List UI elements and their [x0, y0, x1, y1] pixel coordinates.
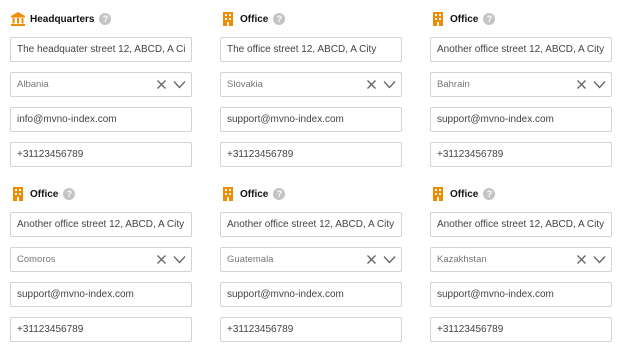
country-select[interactable]: Bahrain [430, 72, 612, 97]
email-input[interactable] [221, 108, 401, 131]
office-card: Office ? Slovakia [220, 8, 402, 177]
country-select[interactable]: Kazakhstan [430, 247, 612, 272]
street-field [220, 37, 402, 62]
street-input[interactable] [221, 213, 401, 236]
country-select[interactable]: Guatemala [220, 247, 402, 272]
card-title: Office [240, 13, 269, 25]
office-building-icon [223, 187, 233, 201]
country-select-value: Kazakhstan [437, 254, 487, 265]
card-header: Office ? [220, 8, 402, 30]
office-building-icon [433, 12, 443, 26]
street-input[interactable] [431, 38, 611, 61]
street-input[interactable] [11, 38, 191, 61]
card-title: Office [450, 188, 479, 200]
phone-field [220, 317, 402, 342]
phone-input[interactable] [11, 143, 191, 166]
clear-icon[interactable] [576, 79, 587, 90]
help-icon[interactable]: ? [63, 188, 76, 200]
country-select-value: Bahrain [437, 79, 470, 90]
office-building-icon [223, 12, 233, 26]
office-building-icon [13, 187, 23, 201]
help-icon[interactable]: ? [273, 188, 286, 200]
clear-icon[interactable] [576, 254, 587, 265]
street-input[interactable] [221, 38, 401, 61]
bank-icon [11, 12, 25, 26]
office-card: Office ? Bahrain [430, 8, 612, 177]
country-select[interactable]: Albania [10, 72, 192, 97]
headquarters-card: Headquarters ? Albania [10, 8, 192, 177]
country-select-value: Guatemala [227, 254, 274, 265]
help-icon[interactable]: ? [483, 188, 496, 200]
card-title: Headquarters [30, 13, 95, 25]
help-icon[interactable]: ? [273, 13, 286, 25]
office-building-icon [433, 187, 443, 201]
email-input[interactable] [11, 108, 191, 131]
phone-field [10, 317, 192, 342]
email-field [430, 282, 612, 307]
card-header: Headquarters ? [10, 8, 192, 30]
office-card: Office ? Guatemala [220, 183, 402, 352]
email-field [10, 282, 192, 307]
office-card: Office ? Kazakhstan [430, 183, 612, 352]
card-header: Office ? [430, 183, 612, 205]
country-select[interactable]: Slovakia [220, 72, 402, 97]
clear-icon[interactable] [366, 79, 377, 90]
card-header: Office ? [220, 183, 402, 205]
country-select-value: Comoros [17, 254, 56, 265]
help-icon[interactable]: ? [483, 13, 496, 25]
chevron-down-icon[interactable] [383, 80, 396, 89]
chevron-down-icon[interactable] [173, 255, 186, 264]
card-header: Office ? [10, 183, 192, 205]
street-field [430, 212, 612, 237]
phone-field [220, 142, 402, 167]
clear-icon[interactable] [156, 254, 167, 265]
email-field [430, 107, 612, 132]
email-input[interactable] [11, 283, 191, 306]
card-title: Office [240, 188, 269, 200]
phone-input[interactable] [431, 318, 611, 341]
country-select-value: Albania [17, 79, 49, 90]
card-title: Office [450, 13, 479, 25]
clear-icon[interactable] [366, 254, 377, 265]
country-select-value: Slovakia [227, 79, 263, 90]
phone-field [430, 317, 612, 342]
street-input[interactable] [11, 213, 191, 236]
street-input[interactable] [431, 213, 611, 236]
phone-field [430, 142, 612, 167]
chevron-down-icon[interactable] [593, 80, 606, 89]
street-field [10, 37, 192, 62]
phone-input[interactable] [221, 318, 401, 341]
street-field [430, 37, 612, 62]
card-title: Office [30, 188, 59, 200]
street-field [220, 212, 402, 237]
email-input[interactable] [431, 108, 611, 131]
street-field [10, 212, 192, 237]
email-field [220, 282, 402, 307]
clear-icon[interactable] [156, 79, 167, 90]
phone-field [10, 142, 192, 167]
email-field [220, 107, 402, 132]
chevron-down-icon[interactable] [593, 255, 606, 264]
phone-input[interactable] [221, 143, 401, 166]
phone-input[interactable] [431, 143, 611, 166]
email-field [10, 107, 192, 132]
card-header: Office ? [430, 8, 612, 30]
country-select[interactable]: Comoros [10, 247, 192, 272]
help-icon[interactable]: ? [99, 13, 112, 25]
email-input[interactable] [221, 283, 401, 306]
chevron-down-icon[interactable] [173, 80, 186, 89]
office-card: Office ? Comoros [10, 183, 192, 352]
phone-input[interactable] [11, 318, 191, 341]
email-input[interactable] [431, 283, 611, 306]
chevron-down-icon[interactable] [383, 255, 396, 264]
